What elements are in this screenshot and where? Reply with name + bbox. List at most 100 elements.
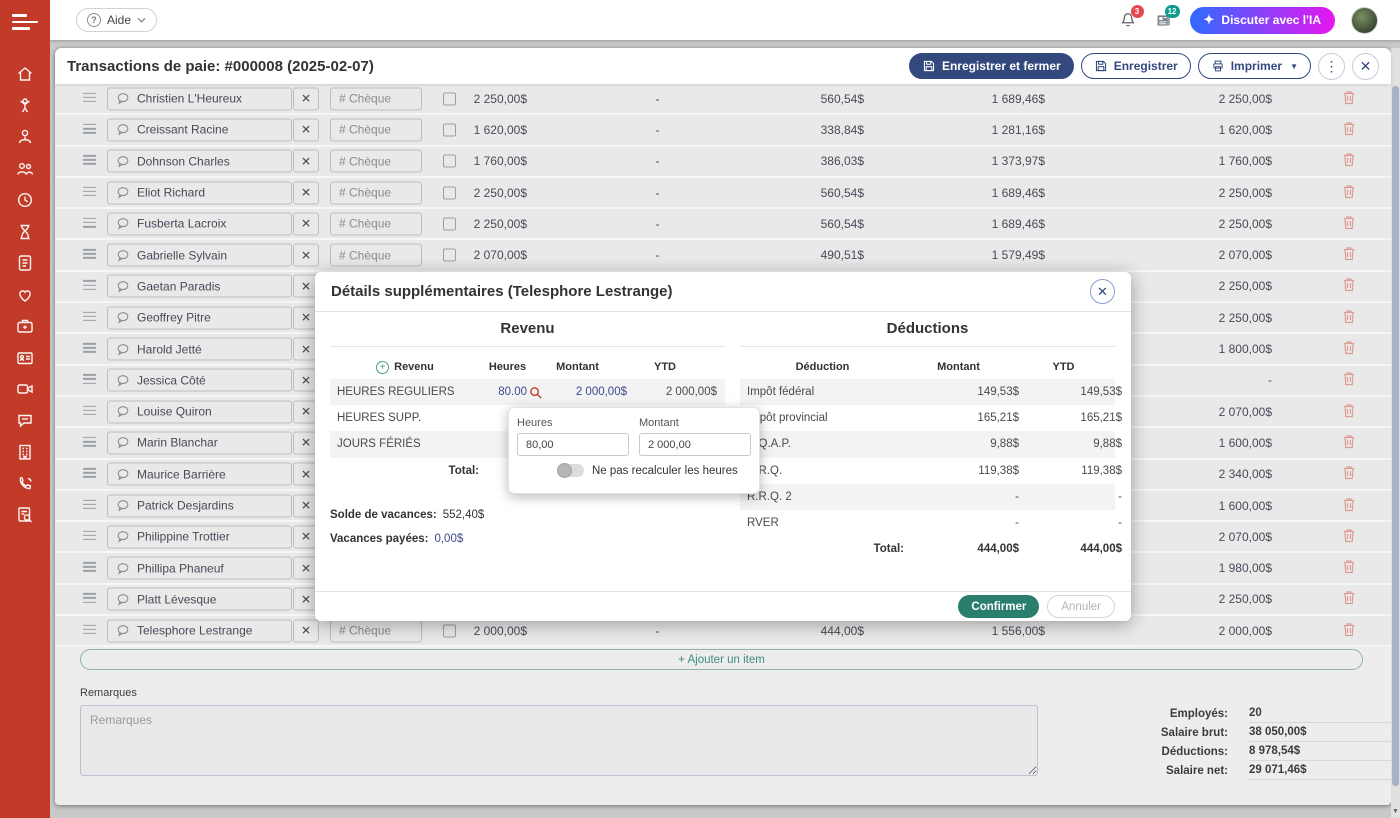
recalculate-toggle[interactable] — [557, 464, 584, 477]
modal-close-button[interactable]: ✕ — [1090, 279, 1115, 304]
sidebar-item-home[interactable] — [15, 64, 35, 84]
employee-name-field[interactable]: Jessica Côté — [107, 369, 292, 392]
delete-row-button[interactable] — [1343, 215, 1357, 232]
employee-name-field[interactable]: Philippine Trottier — [107, 525, 292, 548]
inbox-button[interactable]: 12 — [1154, 10, 1174, 30]
gross-amount[interactable]: 1 620,00$ — [460, 123, 527, 137]
deductions-amount[interactable]: 490,51$ — [754, 248, 864, 262]
employee-name-field[interactable]: Harold Jetté — [107, 338, 292, 361]
drag-handle[interactable] — [83, 218, 97, 230]
drag-handle[interactable] — [83, 124, 97, 136]
clear-employee-button[interactable]: ✕ — [293, 118, 319, 141]
delete-row-button[interactable] — [1343, 247, 1357, 264]
gross-amount[interactable]: 1 760,00$ — [460, 154, 527, 168]
clear-employee-button[interactable]: ✕ — [293, 181, 319, 204]
row-checkbox[interactable] — [443, 249, 456, 262]
sidebar-item-id-card[interactable] — [15, 348, 35, 368]
hours-link[interactable]: 80.00 — [498, 386, 527, 398]
row-checkbox[interactable] — [443, 217, 456, 230]
drag-handle[interactable] — [83, 186, 97, 198]
employee-name-field[interactable]: Gaetan Paradis — [107, 275, 292, 298]
sidebar-item-users[interactable] — [15, 159, 35, 179]
sidebar-item-chat[interactable] — [15, 411, 35, 431]
delete-row-button[interactable] — [1343, 434, 1357, 451]
clear-employee-button[interactable]: ✕ — [293, 87, 319, 110]
add-item-button[interactable]: + Ajouter un item — [80, 649, 1363, 670]
employee-name-field[interactable]: Phillipa Phaneuf — [107, 557, 292, 580]
confirm-button[interactable]: Confirmer — [958, 595, 1039, 618]
print-button[interactable]: Imprimer ▼ — [1198, 53, 1311, 79]
gross-amount[interactable]: 2 250,00$ — [460, 186, 527, 200]
close-page-button[interactable]: ✕ — [1352, 53, 1379, 80]
sidebar-item-document-search[interactable] — [15, 505, 35, 525]
drag-handle[interactable] — [83, 249, 97, 261]
employee-name-field[interactable]: Telesphore Lestrange — [107, 619, 292, 642]
drag-handle[interactable] — [83, 155, 97, 167]
employee-name-field[interactable]: Christien L'Heureux — [107, 87, 292, 110]
sidebar-item-clock[interactable] — [15, 190, 35, 210]
clear-employee-button[interactable]: ✕ — [293, 150, 319, 173]
cancel-button[interactable]: Annuler — [1047, 595, 1115, 618]
add-revenue-icon[interactable]: + — [376, 361, 389, 374]
cheque-number-input[interactable] — [330, 244, 422, 267]
gross-amount[interactable]: 2 250,00$ — [460, 92, 527, 106]
drag-handle[interactable] — [83, 625, 97, 637]
employee-name-field[interactable]: Marin Blanchar — [107, 431, 292, 454]
employee-name-field[interactable]: Creissant Racine — [107, 118, 292, 141]
magnifier-icon[interactable] — [529, 386, 542, 399]
employee-name-field[interactable]: Geoffrey Pitre — [107, 306, 292, 329]
notifications-button[interactable]: 3 — [1118, 10, 1138, 30]
sidebar-item-heart[interactable] — [15, 285, 35, 305]
delete-row-button[interactable] — [1343, 591, 1357, 608]
sidebar-item-first-aid-kit[interactable] — [15, 316, 35, 336]
drag-handle[interactable] — [83, 593, 97, 605]
drag-handle[interactable] — [83, 437, 97, 449]
help-button[interactable]: ? Aide — [76, 8, 157, 32]
sidebar-item-video-camera[interactable] — [15, 379, 35, 399]
cheque-number-input[interactable] — [330, 181, 422, 204]
ai-chat-button[interactable]: ✦ Discuter avec l'IA — [1190, 7, 1335, 34]
clear-employee-button[interactable]: ✕ — [293, 619, 319, 642]
drag-handle[interactable] — [83, 562, 97, 574]
employee-name-field[interactable]: Gabrielle Sylvain — [107, 244, 292, 267]
deductions-amount[interactable]: 338,84$ — [754, 123, 864, 137]
vacation-paid-link[interactable]: 0,00$ — [434, 533, 463, 545]
delete-row-button[interactable] — [1343, 372, 1357, 389]
amount-input[interactable] — [639, 433, 751, 456]
row-checkbox[interactable] — [443, 92, 456, 105]
drag-handle[interactable] — [83, 343, 97, 355]
gross-amount[interactable]: 2 000,00$ — [460, 624, 527, 638]
delete-row-button[interactable] — [1343, 528, 1357, 545]
deductions-amount[interactable]: 560,54$ — [754, 92, 864, 106]
delete-row-button[interactable] — [1343, 309, 1357, 326]
deductions-amount[interactable]: 444,00$ — [754, 624, 864, 638]
delete-row-button[interactable] — [1343, 497, 1357, 514]
employee-name-field[interactable]: Fusberta Lacroix — [107, 212, 292, 235]
hours-input[interactable] — [517, 433, 629, 456]
deductions-amount[interactable]: 560,54$ — [754, 217, 864, 231]
sidebar-item-document-list[interactable] — [15, 253, 35, 273]
sidebar-item-people-celebrate[interactable] — [15, 96, 35, 116]
drag-handle[interactable] — [83, 93, 97, 105]
clear-employee-button[interactable]: ✕ — [293, 212, 319, 235]
revenue-amount[interactable]: 2 000,00$ — [542, 386, 627, 398]
cheque-number-input[interactable] — [330, 619, 422, 642]
drag-handle[interactable] — [83, 312, 97, 324]
drag-handle[interactable] — [83, 499, 97, 511]
delete-row-button[interactable] — [1343, 153, 1357, 170]
delete-row-button[interactable] — [1343, 622, 1357, 639]
drag-handle[interactable] — [83, 531, 97, 543]
employee-name-field[interactable]: Patrick Desjardins — [107, 494, 292, 517]
employee-name-field[interactable]: Eliot Richard — [107, 181, 292, 204]
cheque-number-input[interactable] — [330, 150, 422, 173]
delete-row-button[interactable] — [1343, 466, 1357, 483]
cheque-number-input[interactable] — [330, 87, 422, 110]
delete-row-button[interactable] — [1343, 184, 1357, 201]
hamburger-menu-icon[interactable] — [12, 14, 38, 30]
save-button[interactable]: Enregistrer — [1081, 53, 1191, 79]
sidebar-item-hourglass[interactable] — [15, 222, 35, 242]
cheque-number-input[interactable] — [330, 212, 422, 235]
row-checkbox[interactable] — [443, 123, 456, 136]
drag-handle[interactable] — [83, 280, 97, 292]
employee-name-field[interactable]: Louise Quiron — [107, 400, 292, 423]
